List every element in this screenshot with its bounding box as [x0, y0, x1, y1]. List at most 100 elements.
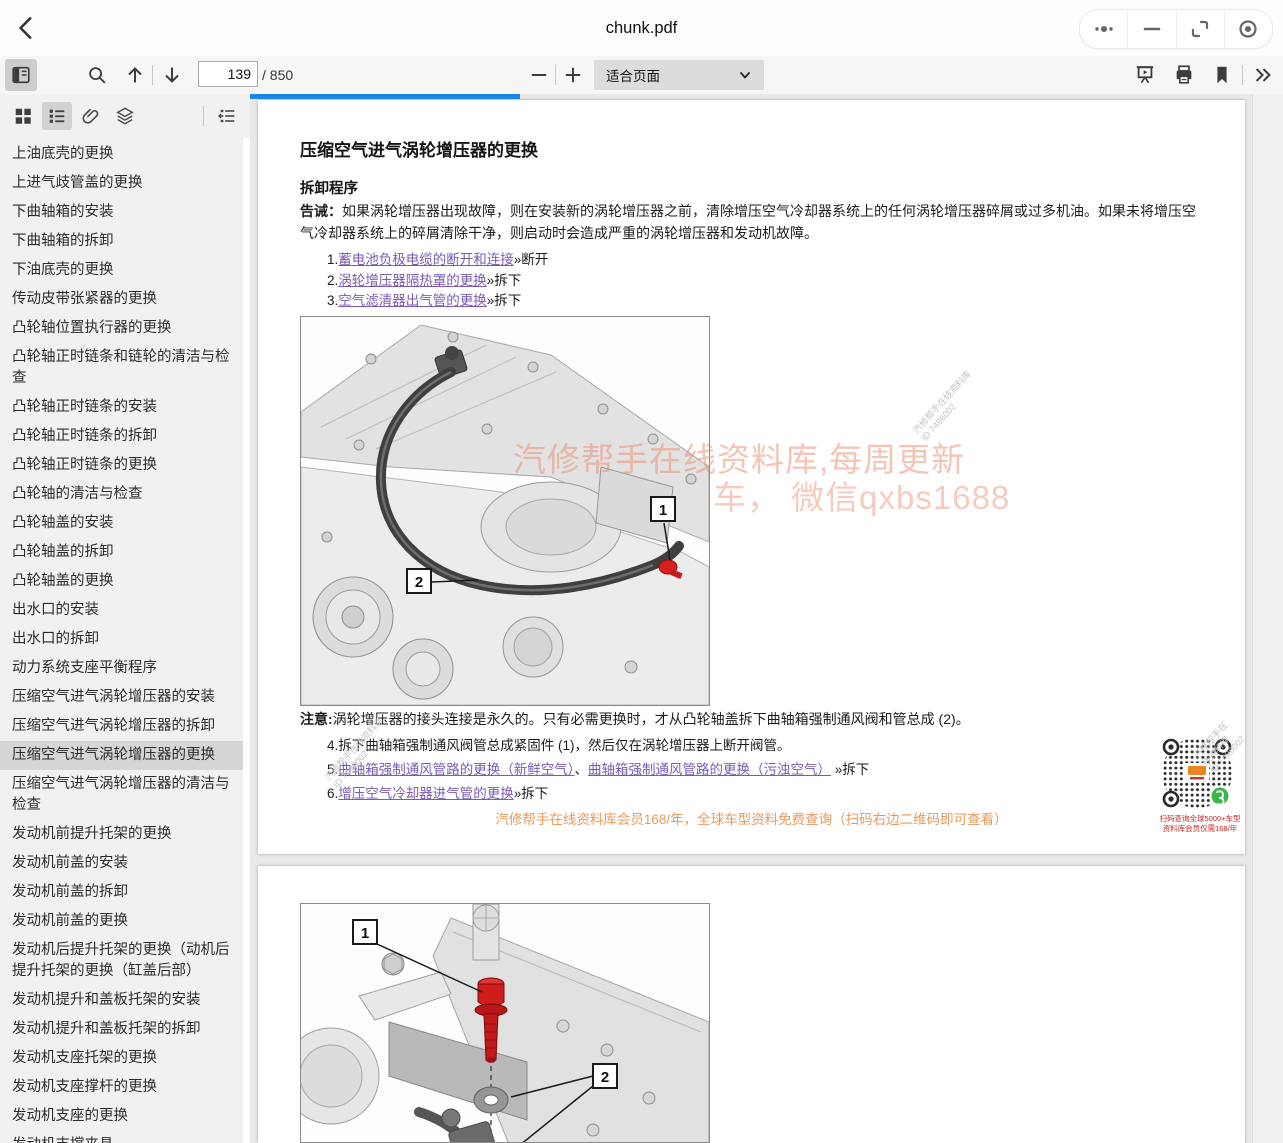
toc-item[interactable]: 凸轮轴位置执行器的更换 [0, 314, 243, 343]
toc-item[interactable]: 发动机支座撑杆的更换 [0, 1073, 243, 1102]
step-text: 、 [575, 762, 589, 777]
record-button[interactable] [1224, 10, 1272, 48]
toc-list: 上油底壳的更换上进气歧管盖的更换下曲轴箱的安装下曲轴箱的拆卸下油底壳的更换传动皮… [0, 138, 243, 1143]
toc-item[interactable]: 凸轮轴正时链条的拆卸 [0, 422, 243, 451]
toc-item[interactable]: 发动机后提升托架的更换（动机后提升托架的更换（缸盖后部） [0, 936, 243, 986]
toc-item[interactable]: 出水口的拆卸 [0, 625, 243, 654]
search-button[interactable] [82, 60, 112, 90]
toc-item[interactable]: 发动机前盖的安装 [0, 849, 243, 878]
toc-item[interactable]: 下油底壳的更换 [0, 256, 243, 285]
zoom-mode-select[interactable]: 适合页面 [594, 60, 764, 90]
note-label: 注意: [300, 711, 333, 727]
minimize-icon [1140, 17, 1164, 41]
toc-item[interactable]: 上进气歧管盖的更换 [0, 169, 243, 198]
outline-tab[interactable] [42, 102, 72, 130]
toc-item[interactable]: 凸轮轴盖的更换 [0, 567, 243, 596]
toc-item[interactable]: 发动机支座托架的更换 [0, 1044, 243, 1073]
next-page-button[interactable] [157, 60, 187, 90]
toc-item[interactable]: 发动机前提升托架的更换 [0, 820, 243, 849]
vertical-scrollbar[interactable] [1252, 94, 1283, 1143]
toc-item[interactable]: 凸轮轴正时链条的安装 [0, 393, 243, 422]
toc-item[interactable]: 发动机提升和盖板托架的安装 [0, 986, 243, 1015]
outline-options-icon [217, 106, 237, 126]
minimize-button[interactable] [1127, 10, 1175, 48]
toc-item[interactable]: 出水口的安装 [0, 596, 243, 625]
thumbnails-tab[interactable] [8, 102, 38, 130]
engine-figure-1: 1 2 [300, 316, 710, 706]
toc-item[interactable]: 发动机前盖的更换 [0, 907, 243, 936]
more-options-button[interactable] [1080, 10, 1127, 48]
toc-item[interactable]: 传动皮带张紧器的更换 [0, 285, 243, 314]
toc-item[interactable]: 压缩空气进气涡轮增压器的安装 [0, 683, 243, 712]
toc-item[interactable]: 压缩空气进气涡轮增压器的更换 [0, 741, 243, 770]
engine-illustration-2: 1 2 [301, 904, 709, 1143]
doc-link[interactable]: 涡轮增压器隔热罩的更换 [338, 273, 487, 288]
qr-caption-line2: 资料库会员仅需168/年 [1157, 824, 1243, 833]
steps-4-6: 4.拆下曲轴箱强制通风阀管总成紧固件 (1)，然后仅在涡轮增压器上断开阀管。5.… [327, 734, 869, 806]
warning-label: 告诫： [300, 203, 342, 219]
pdf-page-2: 1 2 [258, 866, 1245, 1143]
step-text: »拆下 [514, 786, 549, 801]
back-button[interactable] [12, 13, 42, 43]
step-text: »断开 [514, 252, 549, 267]
zoom-in-button[interactable] [558, 60, 588, 90]
doc-link[interactable]: 曲轴箱强制通风管路的更换（污浊空气） [588, 762, 831, 777]
previous-page-button[interactable] [120, 60, 150, 90]
toc-item[interactable]: 下曲轴箱的拆卸 [0, 227, 243, 256]
outline-options-button[interactable] [212, 102, 242, 130]
toc-item[interactable]: 凸轮轴盖的安装 [0, 509, 243, 538]
fullscreen-button[interactable] [1176, 10, 1224, 48]
engine-figure-2: 1 2 [300, 903, 710, 1143]
toc-item[interactable]: 凸轮轴正时链条和链轮的清洁与检查 [0, 343, 243, 393]
toc-item[interactable]: 上油底壳的更换 [0, 140, 243, 169]
doc-link[interactable]: 曲轴箱强制通风管路的更换（新鲜空气） [338, 762, 574, 777]
print-button[interactable] [1169, 60, 1199, 90]
sidebar-header-divider [203, 106, 204, 126]
toc-item[interactable]: 发动机支座的更换 [0, 1102, 243, 1131]
sidebar-toggle-button[interactable] [5, 59, 37, 91]
toc-item[interactable]: 发动机提升和盖板托架的拆卸 [0, 1015, 243, 1044]
engine-illustration-1: 1 2 [301, 317, 709, 705]
qr-caption-line1: 扫码查询全球5000+车型 [1157, 814, 1243, 823]
toc-item[interactable]: 发动机支撑夹具 [0, 1131, 243, 1143]
step-text: »拆下 [831, 762, 869, 777]
procedure-step: 3.空气滤清器出气管的更换»拆下 [327, 291, 548, 312]
zoom-in-icon [562, 64, 584, 86]
search-icon [86, 64, 108, 86]
procedure-step: 5.曲轴箱强制通风管路的更换（新鲜空气）、曲轴箱强制通风管路的更换（污浊空气） … [327, 758, 869, 782]
doc-link[interactable]: 空气滤清器出气管的更换 [338, 293, 487, 308]
chevron-down-icon [738, 68, 752, 82]
bookmark-button[interactable] [1207, 60, 1237, 90]
titlebar: chunk.pdf [0, 0, 1283, 56]
toc-item[interactable]: 发动机前盖的拆卸 [0, 878, 243, 907]
procedure-step: 1.蓄电池负极电缆的断开和连接»断开 [327, 250, 548, 271]
page-total-label: / 850 [262, 67, 293, 83]
attachments-tab[interactable] [76, 102, 106, 130]
toc-item[interactable]: 凸轮轴正时链条的更换 [0, 451, 243, 480]
zoom-out-button[interactable] [524, 60, 554, 90]
more-tools-button[interactable] [1248, 60, 1278, 90]
layers-tab[interactable] [110, 102, 140, 130]
doc-link[interactable]: 蓄电池负极电缆的断开和连接 [338, 252, 514, 267]
sidebar-scrollbar[interactable] [243, 138, 250, 1143]
presentation-button[interactable] [1130, 60, 1160, 90]
document-viewport: 压缩空气进气涡轮增压器的更换 拆卸程序 告诫：如果涡轮增压器出现故障，则在安装新… [250, 94, 1283, 1143]
steps-1-3: 1.蓄电池负极电缆的断开和连接»断开2.涡轮增压器隔热罩的更换»拆下3.空气滤清… [327, 250, 548, 312]
page-number-input[interactable] [198, 61, 258, 87]
toc-item[interactable]: 凸轮轴盖的拆卸 [0, 538, 243, 567]
step-number: 1. [327, 252, 338, 267]
toc-item[interactable]: 凸轮轴的清洁与检查 [0, 480, 243, 509]
toolbar-divider [152, 65, 153, 85]
figure1-callout-1: 1 [659, 502, 667, 519]
doc-link[interactable]: 增压空气冷却器进气管的更换 [338, 786, 514, 801]
toc-item[interactable]: 压缩空气进气涡轮增压器的清洁与检查 [0, 770, 243, 820]
attachment-icon [81, 106, 101, 126]
more-options-icon [1092, 17, 1116, 41]
figure2-callout-2: 2 [601, 1069, 609, 1086]
toc-item[interactable]: 下曲轴箱的安装 [0, 198, 243, 227]
toc-item[interactable]: 动力系统支座平衡程序 [0, 654, 243, 683]
pdf-toolbar: / 850 适合页面 [0, 56, 1283, 94]
sidebar-toggle-icon [10, 64, 32, 86]
toolbar-divider [555, 65, 556, 85]
toc-item[interactable]: 压缩空气进气涡轮增压器的拆卸 [0, 712, 243, 741]
